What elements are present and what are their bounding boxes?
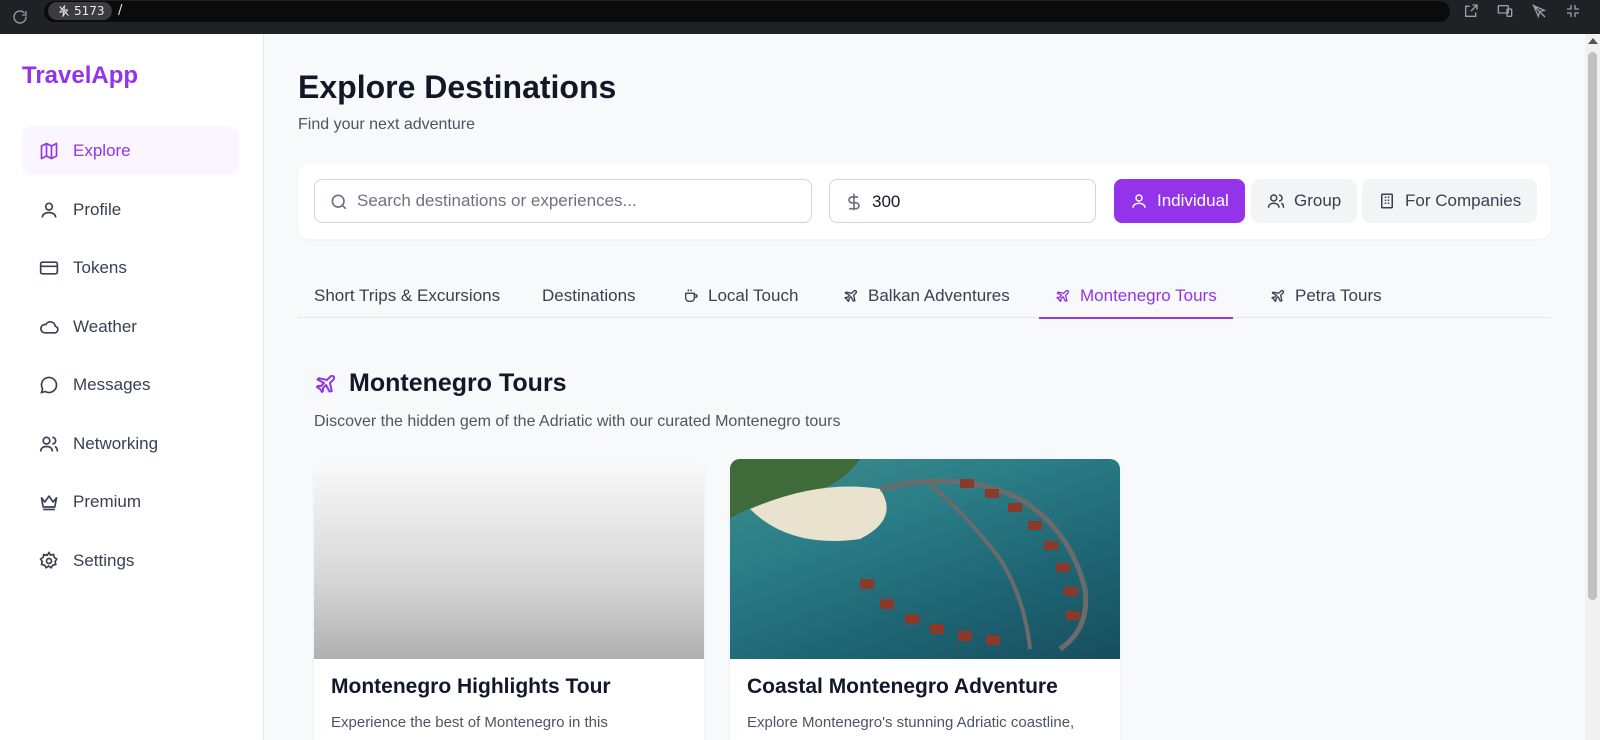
sidebar: TravelApp Explore Profile Tokens Weather…: [0, 34, 264, 740]
no-tracking-icon: [59, 5, 69, 17]
tab-montenegro-tours[interactable]: Montenegro Tours: [1039, 274, 1233, 319]
sidebar-item-weather[interactable]: Weather: [22, 302, 239, 351]
page-title: Explore Destinations: [298, 69, 617, 105]
search-input[interactable]: [357, 180, 797, 222]
coastal-resort-illustration: [730, 459, 1089, 652]
url-path: /: [118, 3, 123, 18]
filter-bar: 300 Individual Group For Companies: [298, 163, 1551, 239]
page-subtitle: Find your next adventure: [298, 116, 475, 133]
tour-image: [730, 459, 1120, 659]
search-box: [314, 179, 812, 223]
tour-description: Experience the best of Montenegro in thi…: [331, 714, 608, 731]
tab-label: Balkan Adventures: [868, 286, 1010, 305]
reload-icon[interactable]: [12, 9, 28, 25]
sidebar-item-settings[interactable]: Settings: [22, 536, 239, 585]
sidebar-item-profile[interactable]: Profile: [22, 185, 239, 234]
tab-label: Destinations: [542, 286, 636, 305]
map-icon: [39, 141, 59, 161]
sidebar-item-premium[interactable]: Premium: [22, 477, 239, 526]
sidebar-item-label: Tokens: [73, 257, 127, 277]
tour-image-placeholder: [314, 459, 704, 659]
scrollbar-thumb[interactable]: [1588, 52, 1597, 600]
category-tabs: Short Trips & Excursions Destinations Lo…: [298, 274, 1551, 319]
plane-icon: [844, 289, 858, 302]
coffee-icon: [685, 289, 698, 302]
crown-icon: [39, 492, 59, 512]
port-label: 5173: [74, 4, 105, 18]
individual-button[interactable]: Individual: [1114, 179, 1245, 223]
sidebar-item-label: Profile: [73, 199, 122, 219]
sidebar-item-networking[interactable]: Networking: [22, 419, 239, 468]
tab-label: Petra Tours: [1295, 286, 1382, 305]
tour-title: Montenegro Highlights Tour: [331, 675, 611, 698]
section-title-text: Montenegro Tours: [349, 369, 567, 397]
segment-label: For Companies: [1405, 191, 1522, 210]
scroll-up-arrow[interactable]: [1588, 38, 1598, 44]
users-icon: [1267, 194, 1285, 208]
sidebar-item-label: Explore: [73, 140, 131, 160]
port-badge: 5173: [48, 2, 112, 20]
budget-input[interactable]: 300: [829, 179, 1096, 223]
tab-label: Local Touch: [708, 286, 799, 305]
tab-label: Montenegro Tours: [1080, 285, 1217, 305]
sidebar-item-label: Settings: [73, 550, 135, 570]
tab-destinations[interactable]: Destinations: [526, 274, 652, 318]
main-content: Explore Destinations Find your next adve…: [265, 34, 1585, 740]
for-companies-button[interactable]: For Companies: [1362, 179, 1538, 223]
collapse-icon[interactable]: [1564, 3, 1582, 19]
responsive-devices-icon[interactable]: [1496, 3, 1514, 19]
tab-petra-tours[interactable]: Petra Tours: [1254, 274, 1398, 318]
tour-title: Coastal Montenegro Adventure: [747, 675, 1058, 698]
tab-balkan-adventures[interactable]: Balkan Adventures: [827, 274, 1026, 318]
dollar-icon: [848, 193, 860, 211]
segment-label: Group: [1294, 191, 1342, 210]
plane-icon: [1271, 289, 1285, 302]
credit-card-icon: [39, 258, 59, 278]
tab-label: Short Trips & Excursions: [314, 286, 501, 305]
tour-card[interactable]: Coastal Montenegro Adventure Explore Mon…: [730, 459, 1120, 740]
users-icon: [39, 434, 59, 454]
building-icon: [1381, 193, 1393, 209]
section-title: Montenegro Tours: [314, 369, 567, 398]
cloud-icon: [39, 317, 59, 337]
plane-icon: [1056, 289, 1070, 302]
search-icon: [331, 194, 347, 210]
tour-description: Explore Montenegro's stunning Adriatic c…: [747, 714, 1075, 731]
sidebar-item-label: Messages: [73, 374, 151, 394]
open-external-icon[interactable]: [1462, 3, 1480, 19]
group-button[interactable]: Group: [1251, 179, 1358, 223]
tour-card[interactable]: Montenegro Highlights Tour Experience th…: [314, 459, 704, 740]
sidebar-item-tokens[interactable]: Tokens: [22, 243, 239, 292]
user-icon: [39, 200, 59, 220]
section-description: Discover the hidden gem of the Adriatic …: [314, 413, 841, 430]
brand-logo[interactable]: TravelApp: [22, 62, 138, 90]
tab-local-touch[interactable]: Local Touch: [667, 274, 814, 318]
sidebar-item-label: Weather: [73, 316, 137, 336]
message-circle-icon: [39, 375, 59, 395]
sidebar-item-explore[interactable]: Explore: [22, 126, 239, 175]
budget-value: 300: [872, 192, 901, 211]
sidebar-item-label: Premium: [73, 491, 142, 511]
plane-icon: [316, 374, 336, 393]
sidebar-item-messages[interactable]: Messages: [22, 360, 239, 409]
gear-icon: [39, 550, 59, 571]
tab-short-trips[interactable]: Short Trips & Excursions: [298, 274, 516, 318]
segment-label: Individual: [1157, 191, 1229, 210]
sidebar-item-label: Networking: [73, 433, 159, 453]
user-icon: [1132, 194, 1146, 208]
inspect-cursor-icon[interactable]: [1530, 3, 1548, 19]
browser-toolbar: 5173 /: [0, 0, 1600, 34]
page-scrollbar[interactable]: [1585, 34, 1600, 740]
address-bar[interactable]: 5173 /: [44, 1, 1450, 22]
